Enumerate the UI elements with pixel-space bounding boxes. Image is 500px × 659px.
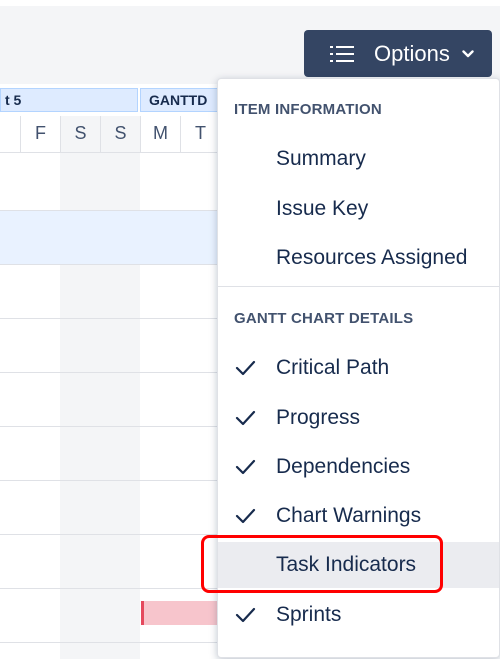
weekend-column [100,116,140,659]
day-cell: T [180,116,220,152]
menu-item-summary[interactable]: Summary [218,136,499,182]
menu-section-heading: GANTT CHART DETAILS [234,310,414,327]
chevron-down-icon [462,49,474,57]
row-divider [0,642,220,643]
options-label: Options [374,40,450,66]
day-cell: S [100,116,140,152]
menu-item-issue-key[interactable]: Issue Key [218,186,499,232]
list-icon [330,45,354,62]
menu-item-critical-path[interactable]: Critical Path [218,345,499,391]
menu-item-label: Critical Path [276,356,390,379]
day-cell: S [60,116,100,152]
menu-section-heading: ITEM INFORMATION [234,101,382,118]
options-button[interactable]: Options [304,30,492,77]
selected-row-band [0,210,220,264]
menu-item-label: Resources Assigned [276,246,468,269]
menu-item-dependencies[interactable]: Dependencies [218,444,499,490]
check-icon [235,607,256,623]
menu-item-progress[interactable]: Progress [218,395,499,441]
day-cell: F [20,116,60,152]
menu-item-chart-warnings[interactable]: Chart Warnings [218,493,499,539]
menu-item-label: Dependencies [276,455,411,478]
sprint-label: GANTTD [140,88,220,112]
row-divider [0,534,220,535]
row-divider [0,372,220,373]
weekend-column [60,116,100,659]
row-divider [0,264,220,265]
menu-item-label: Issue Key [276,197,369,220]
toolbar: Options [0,0,500,84]
row-divider [0,210,220,211]
row-divider [0,588,220,589]
menu-divider [218,286,499,287]
check-icon [235,508,256,524]
sprint-label: t 5 [0,88,138,112]
row-divider [0,426,220,427]
menu-item-sprints[interactable]: Sprints [218,592,499,638]
row-divider [0,480,220,481]
menu-item-label: Chart Warnings [276,504,422,527]
task-bar[interactable] [141,601,220,625]
menu-item-label: Progress [276,406,361,429]
check-icon [235,360,256,376]
menu-item-label: Sprints [276,603,342,626]
check-icon [235,459,256,475]
highlight-annotation-box [201,535,443,593]
menu-item-label: Summary [276,147,366,170]
check-icon [235,410,256,426]
day-cell: M [140,116,180,152]
row-divider [0,318,220,319]
menu-item-resources-assigned[interactable]: Resources Assigned [218,235,499,281]
